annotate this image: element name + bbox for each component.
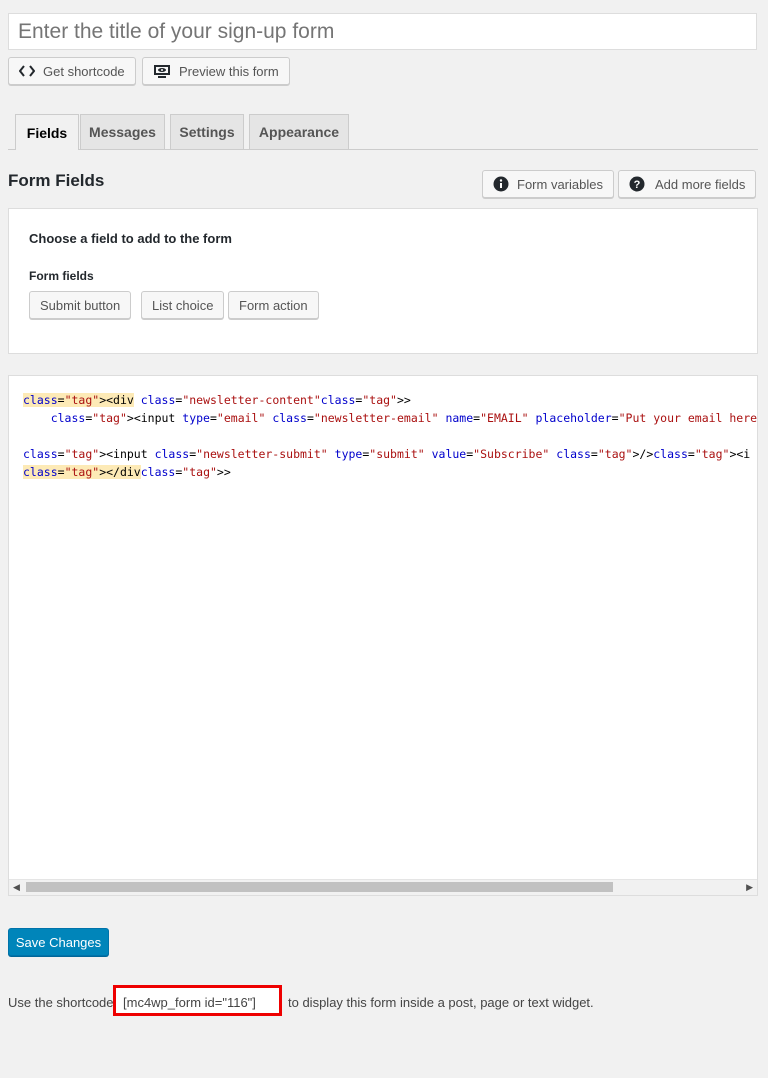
scrollbar-thumb[interactable] (26, 882, 613, 892)
tab-messages[interactable]: Messages (80, 114, 165, 149)
form-action-field[interactable]: Form action (228, 291, 319, 319)
form-fields-title: Form Fields (8, 171, 105, 190)
help-icon: ? (629, 176, 645, 192)
tab-fields-label: Fields (26, 124, 68, 141)
form-action-field-label: Form action (239, 297, 308, 313)
form-variables-button[interactable]: Form variables (482, 170, 614, 198)
add-more-fields-label: Add more fields (655, 176, 746, 192)
svg-text:?: ? (634, 179, 641, 191)
code-editor[interactable]: class="tag"><div class="newsletter-conte… (8, 375, 758, 896)
preview-form-button[interactable]: Preview this form (142, 57, 290, 85)
scroll-right-icon[interactable]: ▶ (746, 882, 753, 893)
submit-button-field[interactable]: Submit button (29, 291, 132, 319)
get-shortcode-label: Get shortcode (43, 63, 125, 79)
panel-subheading: Form fields (29, 269, 94, 283)
shortcode-suffix-text: to display this form inside a post, page… (288, 995, 594, 1010)
info-icon (493, 176, 509, 192)
save-changes-button[interactable]: Save Changes (8, 928, 109, 956)
tab-settings[interactable]: Settings (170, 114, 244, 149)
horizontal-scrollbar[interactable]: ◀ ▶ (9, 879, 757, 895)
list-choice-field[interactable]: List choice (141, 291, 225, 319)
panel-heading: Choose a field to add to the form (29, 231, 232, 246)
tab-appearance-label: Appearance (258, 124, 340, 140)
submit-button-field-label: Submit button (40, 297, 121, 313)
tab-fields[interactable]: Fields (15, 114, 79, 150)
tab-messages-label: Messages (89, 124, 156, 140)
tab-appearance[interactable]: Appearance (249, 114, 349, 149)
tab-bar: Fields Messages Settings Appearance (8, 114, 758, 150)
tab-settings-label: Settings (179, 124, 235, 140)
get-shortcode-button[interactable]: Get shortcode (8, 57, 136, 85)
form-variables-label: Form variables (517, 176, 603, 192)
add-more-fields-button[interactable]: ? Add more fields (618, 170, 757, 198)
list-choice-field-label: List choice (152, 297, 214, 313)
form-title-input[interactable] (8, 13, 757, 50)
shortcode-prefix-text: Use the shortcode (8, 995, 114, 1010)
scroll-left-icon[interactable]: ◀ (13, 882, 20, 893)
shortcode-value[interactable]: [mc4wp_form id="116"] (123, 995, 256, 1010)
code-icon (19, 64, 35, 78)
preview-form-label: Preview this form (179, 63, 279, 79)
field-picker-panel: Choose a field to add to the form Form f… (8, 208, 758, 354)
code-content[interactable]: class="tag"><div class="newsletter-conte… (23, 391, 757, 481)
eye-screen-icon (153, 64, 171, 78)
